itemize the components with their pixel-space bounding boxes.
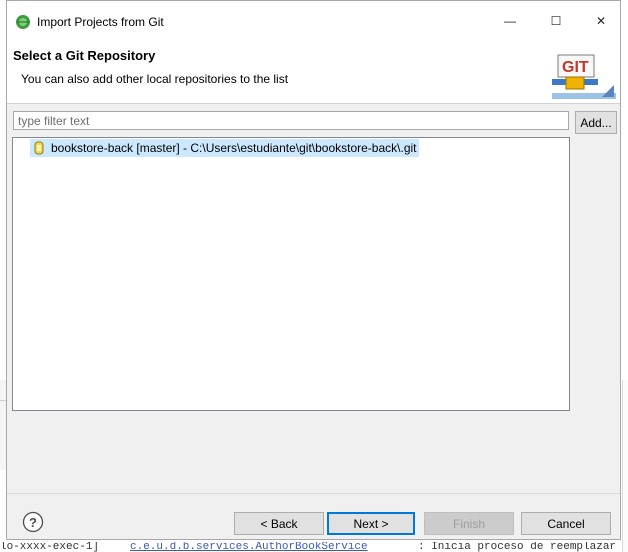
finish-button[interactable]: Finish bbox=[424, 512, 514, 535]
add-repository-button[interactable]: Add... bbox=[575, 111, 617, 134]
console-class-link[interactable]: c.e.u.d.b.services.AuthorBookService bbox=[130, 542, 368, 552]
wizard-header: Select a Git Repository You can also add… bbox=[7, 41, 620, 104]
git-wizard-banner-icon: GIT bbox=[552, 47, 616, 99]
console-message-text: : Inicia proceso de reemplazar bbox=[418, 542, 617, 552]
page-title: Select a Git Repository bbox=[13, 48, 156, 63]
git-repository-icon bbox=[32, 141, 46, 155]
title-bar: Import Projects from Git — ☐ ✕ bbox=[7, 1, 620, 41]
console-thread-text: lo-xxxx-exec-1] bbox=[0, 542, 100, 552]
background-console-output: lo-xxxx-exec-1] c.e.u.d.b.services.Autho… bbox=[0, 542, 628, 552]
back-button[interactable]: < Back bbox=[234, 512, 324, 535]
import-projects-dialog: Import Projects from Git — ☐ ✕ Select a … bbox=[6, 0, 621, 540]
git-logo-text: GIT bbox=[562, 59, 589, 76]
page-subtitle: You can also add other local repositorie… bbox=[21, 72, 289, 86]
filter-input[interactable] bbox=[13, 111, 569, 130]
background-ide-right-panel bbox=[622, 380, 628, 552]
help-icon[interactable]: ? bbox=[22, 511, 44, 533]
eclipse-app-icon bbox=[15, 14, 31, 30]
cancel-button[interactable]: Cancel bbox=[521, 512, 611, 535]
window-title: Import Projects from Git bbox=[37, 15, 164, 29]
maximize-button[interactable]: ☐ bbox=[533, 7, 579, 35]
close-button[interactable]: ✕ bbox=[578, 7, 624, 35]
next-button[interactable]: Next > bbox=[327, 512, 415, 535]
repository-label: bookstore-back [master] - C:\Users\estud… bbox=[51, 141, 417, 155]
repository-list-item[interactable]: bookstore-back [master] - C:\Users\estud… bbox=[30, 139, 419, 157]
repository-list[interactable]: bookstore-back [master] - C:\Users\estud… bbox=[12, 137, 570, 411]
footer-divider bbox=[7, 493, 620, 494]
minimize-button[interactable]: — bbox=[487, 7, 533, 35]
svg-text:?: ? bbox=[29, 515, 37, 530]
